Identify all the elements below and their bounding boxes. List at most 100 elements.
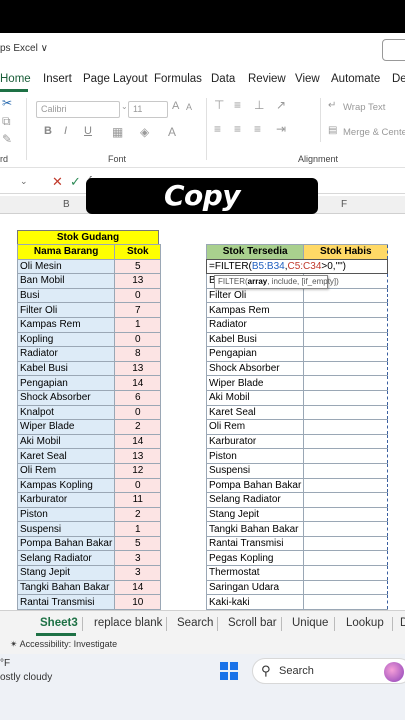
tab-automate[interactable]: Automate	[331, 73, 380, 85]
cell-stok-habis[interactable]	[303, 492, 389, 508]
cell-stok-tersedia[interactable]: Suspensi	[205, 462, 305, 479]
cell-nama-barang[interactable]: Selang Radiator	[16, 550, 116, 567]
cell-stok[interactable]: 5	[114, 535, 162, 552]
align-center-icon[interactable]: ≡	[234, 122, 241, 136]
tab-page-layout[interactable]: Page Layout	[83, 73, 148, 85]
cell-stok[interactable]: 13	[114, 273, 162, 289]
cell-stok-tersedia[interactable]: Stang Jepit	[205, 506, 305, 523]
cell-stok-tersedia[interactable]: Kabel Busi	[205, 331, 305, 348]
format-painter-icon[interactable]: ✎	[2, 132, 12, 146]
cell-nama-barang[interactable]: Oli Rem	[16, 462, 116, 479]
tab-formulas[interactable]: Formulas	[154, 73, 202, 85]
cell-stok-habis[interactable]	[303, 565, 389, 581]
cell-stok-habis[interactable]	[303, 375, 389, 391]
tab-view[interactable]: View	[295, 73, 320, 85]
cell-stok-tersedia[interactable]: Oli Rem	[205, 419, 305, 435]
cell-stok[interactable]: 2	[114, 506, 162, 523]
cell-nama-barang[interactable]: Kabel Busi	[16, 360, 116, 377]
cell-nama-barang[interactable]: Shock Absorber	[16, 389, 116, 406]
cell-stok-tersedia[interactable]: Kampas Rem	[205, 302, 305, 318]
decrease-font-icon[interactable]: A	[186, 102, 192, 112]
header-stok-habis[interactable]: Stok Habis	[303, 244, 389, 260]
cell-stok-tersedia[interactable]: Aki Mobil	[205, 389, 305, 406]
cell-stok-tersedia[interactable]: Pengapian	[205, 346, 305, 362]
cell-nama-barang[interactable]: Stang Jepit	[16, 565, 116, 581]
cell-stok[interactable]: 14	[114, 579, 162, 596]
cell-stok-habis[interactable]	[303, 448, 389, 464]
cell-stok-tersedia[interactable]: Pegas Kopling	[205, 550, 305, 567]
sheet-tab-search[interactable]: Search	[177, 617, 213, 629]
cell-stok-tersedia[interactable]: Selang Radiator	[205, 492, 305, 508]
cell-stok[interactable]: 12	[114, 462, 162, 479]
cell-stok[interactable]: 0	[114, 477, 162, 494]
windows-start-icon[interactable]	[220, 662, 238, 680]
cell-stok-tersedia[interactable]: Wiper Blade	[205, 375, 305, 391]
cell-nama-barang[interactable]: Filter Oli	[16, 302, 116, 318]
cell-stok-tersedia[interactable]: Thermostat	[205, 565, 305, 581]
cell-stok[interactable]: 8	[114, 346, 162, 362]
indent-icon[interactable]: ⇥	[276, 122, 286, 136]
wrap-text-button[interactable]: Wrap Text	[343, 102, 385, 113]
cell-stok[interactable]: 1	[114, 521, 162, 537]
cell-nama-barang[interactable]: Kampas Kopling	[16, 477, 116, 494]
cell-stok-habis[interactable]	[303, 521, 389, 537]
cell-stok-habis[interactable]	[303, 316, 389, 333]
sheet-tab-sheet3[interactable]: Sheet3	[40, 617, 78, 629]
cell-stok[interactable]: 0	[114, 404, 162, 421]
cell-nama-barang[interactable]: Pengapian	[16, 375, 116, 391]
bold-button[interactable]: B	[44, 125, 52, 137]
cell-stok-habis[interactable]	[303, 477, 389, 494]
tab-insert[interactable]: Insert	[43, 73, 72, 85]
column-header-f[interactable]: F	[341, 199, 347, 210]
accessibility-status[interactable]: ✴ Accessibility: Investigate	[10, 639, 117, 650]
orientation-icon[interactable]: ↗	[276, 98, 286, 112]
font-name-field[interactable]: Calibri	[36, 101, 120, 118]
wrap-text-icon[interactable]: ↵	[328, 100, 336, 111]
copy-icon[interactable]: ⧉	[2, 114, 11, 129]
underline-button[interactable]: U	[84, 125, 92, 137]
cell-stok[interactable]: 3	[114, 550, 162, 567]
align-bottom-icon[interactable]: ⊥	[254, 98, 264, 112]
cell-stok-habis[interactable]	[303, 506, 389, 523]
cell-nama-barang[interactable]: Tangki Bahan Bakar	[16, 579, 116, 596]
cell-stok-tersedia[interactable]: Filter Oli	[205, 287, 305, 304]
cell-stok[interactable]: 13	[114, 360, 162, 377]
sheet-tab-unique[interactable]: Unique	[292, 617, 328, 629]
cell-stok[interactable]: 6	[114, 389, 162, 406]
cell-stok-habis[interactable]	[303, 433, 389, 450]
cell-nama-barang[interactable]: Rantai Transmisi	[16, 594, 116, 610]
tab-review[interactable]: Review	[248, 73, 286, 85]
cell-nama-barang[interactable]: Kampas Rem	[16, 316, 116, 333]
tab-home[interactable]: Home	[0, 73, 31, 85]
align-top-icon[interactable]: ⊤	[214, 98, 224, 112]
weather-temp[interactable]: °F	[0, 658, 10, 669]
cell-stok[interactable]: 14	[114, 433, 162, 450]
borders-icon[interactable]: ▦	[112, 125, 123, 139]
stok-gudang-title[interactable]: Stok Gudang	[17, 230, 159, 245]
cell-stok-tersedia[interactable]: Pompa Bahan Bakar	[205, 477, 305, 494]
name-box-chevron-icon[interactable]: ⌄	[20, 176, 28, 187]
cell-stok[interactable]: 10	[114, 594, 162, 610]
merge-center-button[interactable]: Merge & Center	[343, 127, 405, 138]
column-header-b[interactable]: B	[63, 199, 70, 210]
cell-nama-barang[interactable]: Karburator	[16, 492, 116, 508]
font-size-field[interactable]: 11	[128, 101, 168, 118]
cell-stok-habis[interactable]	[303, 535, 389, 552]
tab-developer[interactable]: De	[392, 73, 405, 85]
cell-stok[interactable]: 11	[114, 492, 162, 508]
cell-stok[interactable]: 13	[114, 448, 162, 464]
taskbar-search[interactable]: ⚲ Search	[252, 658, 405, 684]
cell-stok[interactable]: 0	[114, 287, 162, 304]
fill-color-icon[interactable]: ◈	[140, 125, 149, 139]
cell-stok[interactable]: 2	[114, 419, 162, 435]
merge-center-icon[interactable]: ▤	[328, 125, 337, 136]
sheet-tab-lookup[interactable]: Lookup	[346, 617, 384, 629]
cell-stok[interactable]: 0	[114, 331, 162, 348]
align-left-icon[interactable]: ≡	[214, 122, 221, 136]
cell-stok-habis[interactable]	[303, 389, 389, 406]
share-button[interactable]	[382, 39, 405, 61]
cell-nama-barang[interactable]: Busi	[16, 287, 116, 304]
cell-stok-habis[interactable]	[303, 331, 389, 348]
sheet-tab-scroll-bar[interactable]: Scroll bar	[228, 617, 277, 629]
cell-nama-barang[interactable]: Wiper Blade	[16, 419, 116, 435]
